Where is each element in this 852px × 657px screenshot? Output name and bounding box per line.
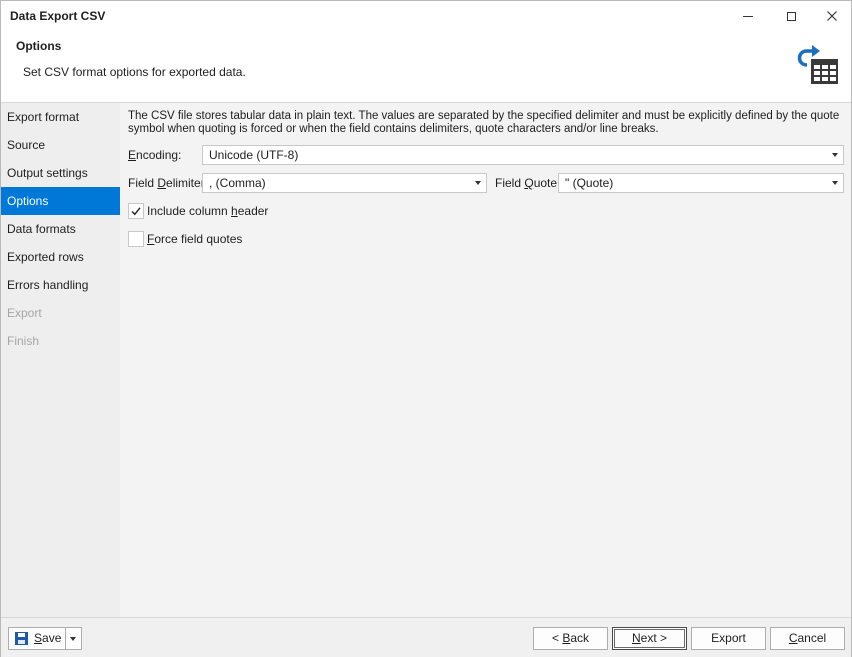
- encoding-select[interactable]: Unicode (UTF-8): [202, 145, 844, 165]
- data-export-csv-window: Data Export CSV Options Set CSV format o…: [0, 0, 852, 657]
- wizard-header: Options Set CSV format options for expor…: [1, 31, 851, 101]
- page-title: Options: [16, 39, 62, 53]
- chevron-down-icon: [832, 181, 838, 185]
- sidebar-item-data-formats[interactable]: Data formats: [1, 215, 120, 243]
- field-quote-label: Field Quote:: [495, 176, 561, 190]
- maximize-icon: [786, 11, 796, 21]
- next-button[interactable]: Next >: [612, 627, 687, 650]
- sidebar-item-export: Export: [7, 306, 42, 320]
- save-icon: [15, 632, 28, 645]
- save-button[interactable]: Save: [8, 627, 65, 650]
- close-button[interactable]: [812, 1, 852, 31]
- sidebar-item-source[interactable]: Source: [1, 131, 120, 159]
- field-quote-value: " (Quote): [565, 176, 614, 190]
- close-icon: [827, 11, 837, 21]
- field-delimiter-select[interactable]: , (Comma): [202, 173, 487, 193]
- field-delimiter-value: , (Comma): [209, 176, 266, 190]
- chevron-down-icon: [475, 181, 481, 185]
- minimize-icon: [743, 15, 753, 17]
- maximize-button[interactable]: [771, 1, 811, 31]
- sidebar-item-output-settings[interactable]: Output settings: [1, 159, 120, 187]
- wizard-steps-sidebar: Export format Source Output settings Opt…: [1, 102, 120, 617]
- wizard-footer: Save < Back Next > Export Cancel: [1, 617, 851, 657]
- back-button[interactable]: < Back: [533, 627, 608, 650]
- checkmark-icon: [131, 207, 141, 216]
- sidebar-item-options[interactable]: Options: [1, 187, 120, 215]
- chevron-down-icon: [70, 637, 76, 641]
- csv-description: The CSV file stores tabular data in plai…: [128, 110, 840, 135]
- encoding-label: Encoding:: [128, 148, 182, 162]
- sidebar-item-errors-handling[interactable]: Errors handling: [1, 271, 120, 299]
- force-field-quotes-label[interactable]: Force field quotes: [147, 231, 242, 247]
- chevron-down-icon: [832, 153, 838, 157]
- export-button[interactable]: Export: [691, 627, 766, 650]
- title-bar: Data Export CSV: [1, 1, 851, 31]
- sidebar-item-export-format[interactable]: Export format: [1, 103, 120, 131]
- field-delimiter-label: Field Delimiter:: [128, 176, 209, 190]
- sidebar-item-exported-rows[interactable]: Exported rows: [1, 243, 120, 271]
- sidebar-item-finish: Finish: [7, 334, 40, 348]
- include-column-header-checkbox[interactable]: [128, 203, 144, 219]
- minimize-button[interactable]: [728, 1, 768, 31]
- force-field-quotes-checkbox[interactable]: [128, 231, 144, 247]
- cancel-button[interactable]: Cancel: [770, 627, 845, 650]
- window-title: Data Export CSV: [10, 9, 106, 23]
- page-subtitle: Set CSV format options for exported data…: [23, 65, 246, 79]
- include-column-header-label[interactable]: Include column header: [147, 203, 268, 219]
- options-panel: The CSV file stores tabular data in plai…: [120, 102, 851, 617]
- export-table-icon: [797, 45, 838, 84]
- encoding-value: Unicode (UTF-8): [209, 148, 299, 162]
- field-quote-select[interactable]: " (Quote): [558, 173, 844, 193]
- save-options-dropdown[interactable]: [65, 627, 82, 650]
